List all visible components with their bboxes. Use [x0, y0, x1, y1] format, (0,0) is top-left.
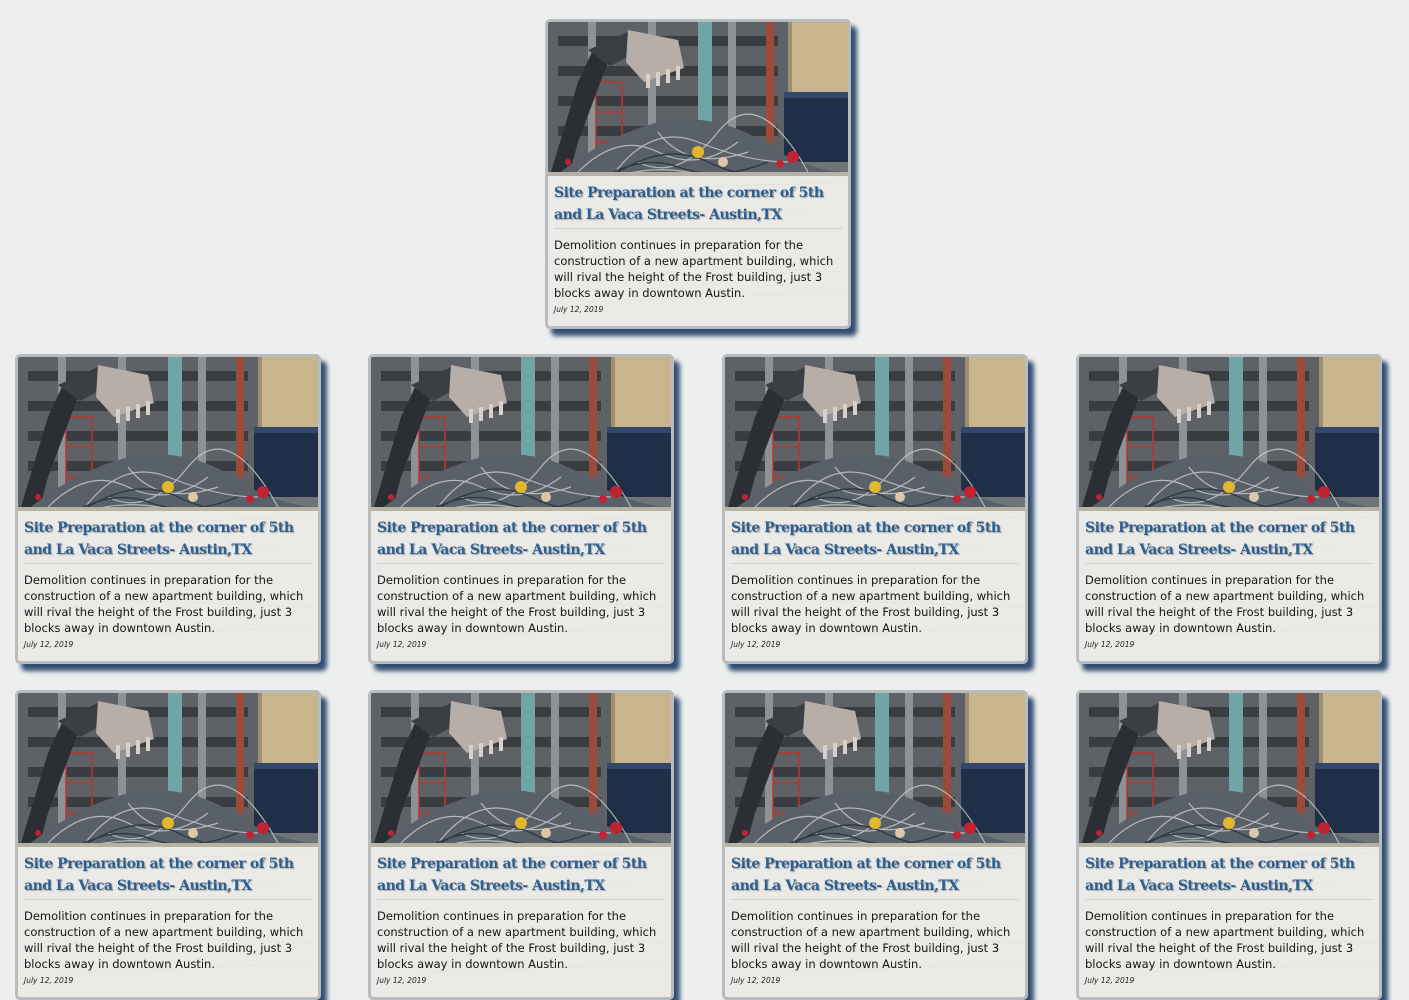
post-card-content: Site Preparation at the corner of 5th an…	[18, 847, 318, 997]
post-title[interactable]: Site Preparation at the corner of 5th an…	[1085, 517, 1373, 564]
post-card[interactable]: Site Preparation at the corner of 5th an…	[545, 19, 851, 329]
post-title[interactable]: Site Preparation at the corner of 5th an…	[377, 517, 665, 564]
post-date: July 12, 2019	[554, 305, 604, 314]
post-title[interactable]: Site Preparation at the corner of 5th an…	[377, 853, 665, 900]
post-date: July 12, 2019	[1085, 976, 1135, 985]
post-title[interactable]: Site Preparation at the corner of 5th an…	[24, 853, 312, 900]
post-card-content: Site Preparation at the corner of 5th an…	[18, 511, 318, 661]
post-card-content: Site Preparation at the corner of 5th an…	[1079, 847, 1379, 997]
post-date: July 12, 2019	[377, 640, 427, 649]
post-date: July 12, 2019	[1085, 640, 1135, 649]
post-card[interactable]: Site Preparation at the corner of 5th an…	[722, 354, 1028, 664]
post-title[interactable]: Site Preparation at the corner of 5th an…	[554, 182, 842, 229]
post-card[interactable]: Site Preparation at the corner of 5th an…	[722, 690, 1028, 1000]
post-description: Demolition continues in preparation for …	[554, 238, 834, 300]
post-card[interactable]: Site Preparation at the corner of 5th an…	[15, 690, 321, 1000]
post-title[interactable]: Site Preparation at the corner of 5th an…	[24, 517, 312, 564]
post-card[interactable]: Site Preparation at the corner of 5th an…	[368, 354, 674, 664]
post-description: Demolition continues in preparation for …	[1085, 909, 1365, 971]
post-card-content: Site Preparation at the corner of 5th an…	[1079, 511, 1379, 661]
post-description: Demolition continues in preparation for …	[24, 573, 304, 635]
post-title[interactable]: Site Preparation at the corner of 5th an…	[1085, 853, 1373, 900]
post-date: July 12, 2019	[731, 976, 781, 985]
post-card-content: Site Preparation at the corner of 5th an…	[371, 511, 671, 661]
post-title[interactable]: Site Preparation at the corner of 5th an…	[731, 853, 1019, 900]
post-description: Demolition continues in preparation for …	[377, 909, 657, 971]
post-card-content: Site Preparation at the corner of 5th an…	[548, 176, 848, 326]
post-description: Demolition continues in preparation for …	[377, 573, 657, 635]
post-title[interactable]: Site Preparation at the corner of 5th an…	[731, 517, 1019, 564]
post-date: July 12, 2019	[731, 640, 781, 649]
post-card[interactable]: Site Preparation at the corner of 5th an…	[1076, 354, 1382, 664]
post-description: Demolition continues in preparation for …	[1085, 573, 1365, 635]
post-card-content: Site Preparation at the corner of 5th an…	[725, 847, 1025, 997]
post-card-content: Site Preparation at the corner of 5th an…	[725, 511, 1025, 661]
post-card[interactable]: Site Preparation at the corner of 5th an…	[1076, 690, 1382, 1000]
post-card[interactable]: Site Preparation at the corner of 5th an…	[15, 354, 321, 664]
post-card-content: Site Preparation at the corner of 5th an…	[371, 847, 671, 997]
post-date: July 12, 2019	[377, 976, 427, 985]
post-description: Demolition continues in preparation for …	[731, 909, 1011, 971]
post-description: Demolition continues in preparation for …	[731, 573, 1011, 635]
post-date: July 12, 2019	[24, 976, 74, 985]
post-date: July 12, 2019	[24, 640, 74, 649]
post-description: Demolition continues in preparation for …	[24, 909, 304, 971]
post-card[interactable]: Site Preparation at the corner of 5th an…	[368, 690, 674, 1000]
